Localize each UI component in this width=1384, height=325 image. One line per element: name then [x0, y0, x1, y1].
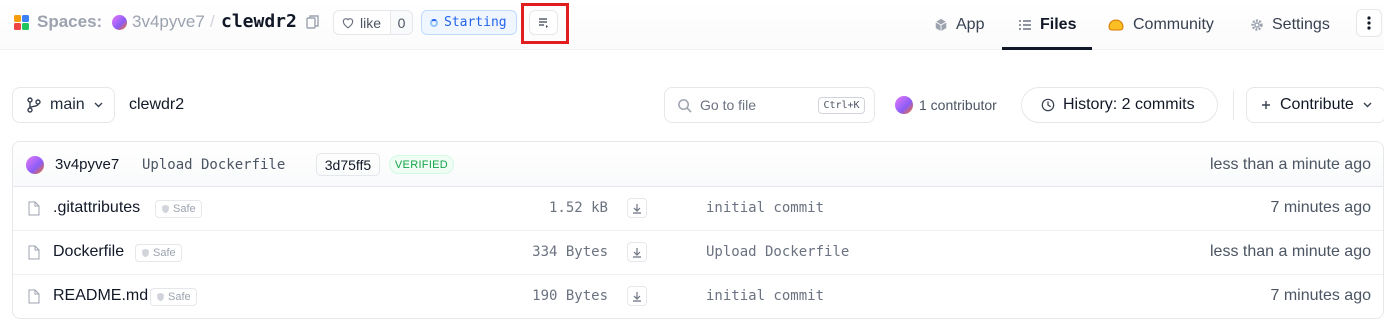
keyboard-shortcut-hint: Ctrl+K [818, 97, 865, 114]
file-icon [28, 245, 40, 260]
table-row[interactable]: .gitattributes Safe 1.52 kB initial comm… [13, 187, 1383, 231]
like-label: like [360, 14, 382, 31]
repo-name-link[interactable]: clewdr2 [221, 11, 297, 32]
safe-label: Safe [168, 291, 191, 303]
more-options-button[interactable] [1356, 9, 1382, 37]
logo-square [22, 23, 29, 30]
kebab-menu-icon [1367, 16, 1371, 30]
file-time: 7 minutes ago [1270, 287, 1371, 304]
clock-icon [1041, 98, 1055, 112]
like-main: like [334, 11, 388, 34]
tab-files[interactable]: Files [1018, 0, 1076, 50]
branch-icon [27, 97, 41, 113]
like-count: 0 [390, 11, 412, 34]
logo-square [22, 15, 29, 22]
active-tab-indicator [1002, 47, 1092, 50]
file-commit-message[interactable]: Upload Dockerfile [706, 244, 849, 260]
file-name[interactable]: .gitattributes [53, 199, 140, 217]
files-icon [1019, 20, 1031, 30]
shield-icon [157, 292, 164, 302]
contribute-label: Contribute [1280, 96, 1354, 113]
tab-community[interactable]: Community [1107, 0, 1214, 50]
contributor-avatar[interactable] [895, 96, 913, 114]
search-placeholder: Go to file [700, 97, 757, 113]
huggingface-logo[interactable] [14, 15, 29, 30]
file-time: 7 minutes ago [1270, 199, 1371, 216]
tab-app[interactable]: App [934, 0, 984, 50]
tab-settings[interactable]: Settings [1250, 0, 1330, 50]
logo-square [14, 15, 21, 22]
file-name[interactable]: README.md [53, 287, 148, 305]
file-size: 190 Bytes [532, 288, 608, 304]
download-button[interactable] [627, 242, 647, 262]
commit-author[interactable]: 3v4pyve7 [55, 156, 119, 173]
shield-icon [142, 248, 149, 258]
copy-icon[interactable] [306, 14, 320, 30]
download-icon [633, 247, 641, 258]
safe-badge: Safe [155, 200, 202, 218]
logo-square [14, 23, 21, 30]
table-row[interactable]: README.md Safe 190 Bytes initial commit … [13, 275, 1383, 318]
breadcrumb[interactable]: clewdr2 [129, 96, 184, 114]
tab-settings-label: Settings [1272, 16, 1330, 33]
spinner-icon [430, 18, 438, 27]
search-icon [678, 98, 692, 113]
history-button[interactable]: History: 2 commits [1021, 87, 1218, 123]
history-label: History: 2 commits [1063, 96, 1195, 113]
commit-sha[interactable]: 3d75ff5 [316, 153, 380, 176]
commit-time: less than a minute ago [1210, 156, 1371, 173]
download-icon [633, 291, 641, 302]
safe-badge: Safe [150, 288, 197, 306]
file-commit-message[interactable]: initial commit [706, 288, 824, 304]
community-icon [1108, 19, 1124, 31]
status-badge: Starting [421, 10, 517, 35]
file-icon [28, 289, 40, 304]
table-row[interactable]: Dockerfile Safe 334 Bytes Upload Dockerf… [13, 231, 1383, 275]
highlight-box [521, 3, 569, 44]
last-commit-row: 3v4pyve7 Upload Dockerfile 3d75ff5 VERIF… [13, 142, 1383, 187]
status-label: Starting [444, 15, 507, 30]
cube-icon [935, 18, 947, 32]
file-commit-message[interactable]: initial commit [706, 200, 824, 216]
file-table: 3v4pyve7 Upload Dockerfile 3d75ff5 VERIF… [12, 141, 1384, 319]
plus-icon [1262, 101, 1270, 109]
shield-icon [162, 204, 169, 214]
gear-icon [1251, 19, 1263, 31]
safe-label: Safe [173, 203, 196, 215]
verified-badge: VERIFIED [389, 155, 454, 174]
file-size: 1.52 kB [548, 200, 608, 216]
file-size: 334 Bytes [532, 244, 608, 260]
heart-icon [342, 18, 354, 29]
chevron-down-icon [1363, 102, 1372, 108]
top-header: Spaces: 3v4pyve7 / clewdr2 like 0 Starti… [0, 0, 1384, 50]
download-button[interactable] [627, 198, 647, 218]
file-icon [28, 201, 40, 216]
tab-app-label: App [956, 16, 985, 33]
file-name[interactable]: Dockerfile [53, 243, 124, 261]
owner-avatar [112, 15, 127, 30]
download-button[interactable] [627, 286, 647, 306]
contribute-button[interactable]: Contribute [1246, 87, 1384, 123]
file-time: less than a minute ago [1210, 243, 1371, 260]
branch-selector[interactable]: main [12, 87, 115, 123]
spaces-link[interactable]: Spaces: [37, 12, 102, 32]
branch-label: main [50, 96, 85, 113]
like-button[interactable]: like 0 [333, 10, 413, 35]
tab-files-label: Files [1040, 16, 1077, 33]
safe-label: Safe [153, 247, 176, 259]
chevron-down-icon [94, 102, 103, 108]
download-icon [633, 203, 641, 214]
commit-message[interactable]: Upload Dockerfile [142, 157, 285, 173]
commit-author-avatar[interactable] [26, 156, 44, 174]
path-separator: / [210, 12, 215, 31]
safe-badge: Safe [135, 244, 182, 262]
contributors-link[interactable]: 1 contributor [919, 97, 997, 113]
owner-link[interactable]: 3v4pyve7 [132, 12, 205, 32]
toolbar-divider [1233, 90, 1234, 120]
tab-community-label: Community [1133, 16, 1214, 33]
